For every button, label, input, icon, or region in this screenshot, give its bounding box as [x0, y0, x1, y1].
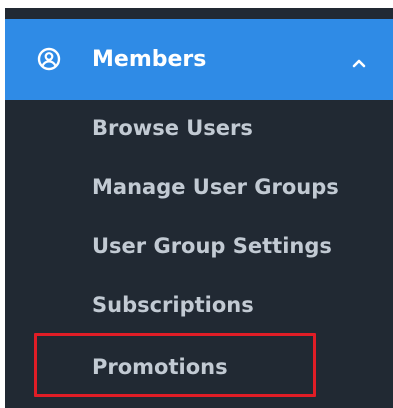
menu-item-user-group-settings[interactable]: User Group Settings [92, 234, 332, 258]
menu-item-subscriptions[interactable]: Subscriptions [92, 293, 254, 317]
chevron-up-icon[interactable] [352, 53, 366, 68]
menu-item-browse-users[interactable]: Browse Users [92, 116, 253, 140]
sidebar-menu: Members Browse Users Manage User Groups … [5, 8, 393, 408]
promotions-highlight-box [34, 333, 316, 397]
screenshot-frame: Members Browse Users Manage User Groups … [0, 0, 393, 408]
members-section-label: Members [92, 47, 207, 72]
members-section-header[interactable]: Members [5, 19, 393, 100]
menu-item-manage-user-groups[interactable]: Manage User Groups [92, 175, 339, 199]
user-circle-icon [37, 47, 61, 71]
